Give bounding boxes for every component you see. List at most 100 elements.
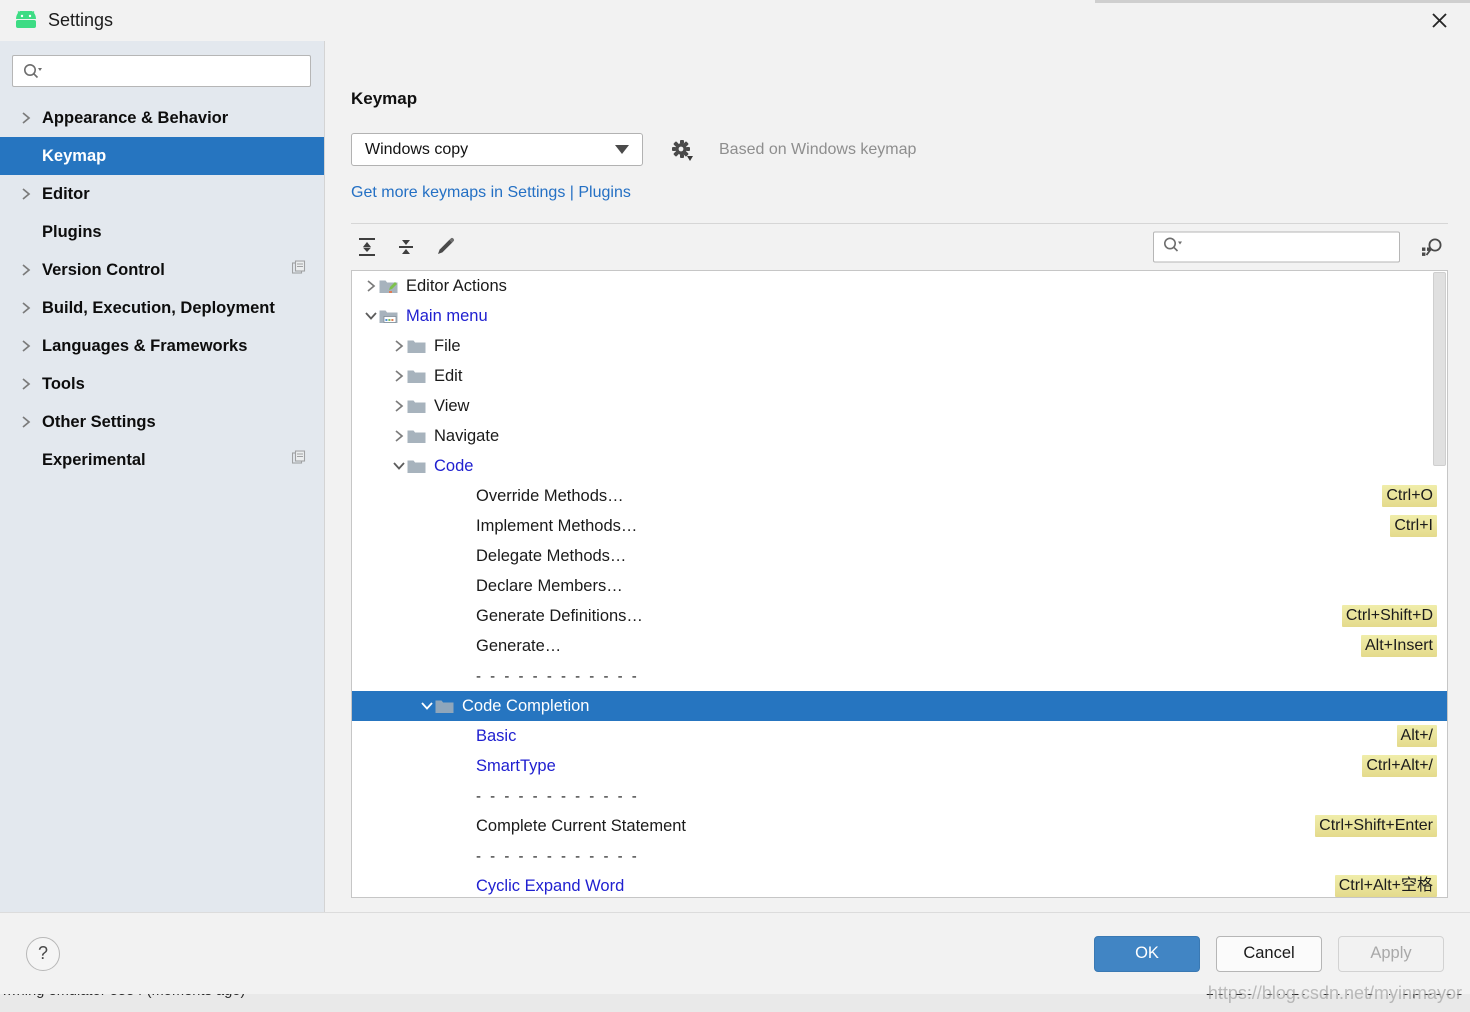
table-row[interactable]: Override Methods… Ctrl+O (352, 481, 1447, 511)
keymap-tree[interactable]: Editor Actions Main menu File Edit View … (351, 270, 1448, 898)
shortcut-badge: Ctrl+I (1390, 515, 1437, 537)
table-row[interactable]: Cyclic Expand Word Ctrl+Alt+空格 (352, 871, 1447, 897)
table-row[interactable]: Implement Methods… Ctrl+I (352, 511, 1447, 541)
table-row[interactable]: Declare Members… (352, 571, 1447, 601)
folder-icon (407, 398, 426, 414)
shortcut-badge: Alt+/ (1396, 725, 1437, 747)
cancel-button[interactable]: Cancel (1216, 935, 1322, 972)
tree-node-label: Generate… (476, 636, 562, 655)
sidebar-item-editor[interactable]: Editor (0, 175, 324, 213)
sidebar-nav-list: Appearance & Behavior Keymap Editor Plug… (0, 99, 324, 479)
keymap-select-value: Windows copy (365, 140, 469, 158)
help-button[interactable]: ? (26, 936, 60, 971)
keymap-search-box[interactable] (1153, 231, 1400, 263)
page-title: Keymap (351, 89, 418, 108)
chevron-down-icon[interactable] (418, 701, 435, 711)
keymap-select[interactable]: Windows copy (351, 133, 643, 166)
settings-window: Settings Appearance & Behavior Keymap Ed… (0, 0, 1470, 994)
table-row[interactable]: Main menu (352, 301, 1447, 331)
sidebar-item-languages-frameworks[interactable]: Languages & Frameworks (0, 327, 324, 365)
sidebar-item-plugins[interactable]: Plugins (0, 213, 324, 251)
sidebar-search-box[interactable] (12, 55, 311, 87)
table-row[interactable]: Complete Current Statement Ctrl+Shift+En… (352, 811, 1447, 841)
collapse-all-icon[interactable] (390, 232, 422, 262)
sidebar-item-appearance-behavior[interactable]: Appearance & Behavior (0, 99, 324, 137)
tree-toolbar-right (1153, 231, 1448, 263)
sidebar-search-input[interactable] (48, 62, 288, 80)
separator-label: - - - - - - - - - - - - (476, 847, 640, 865)
apply-button: Apply (1338, 935, 1444, 972)
table-row[interactable]: Generate… Alt+Insert (352, 631, 1447, 661)
shortcut-badge: Ctrl+Alt+/ (1362, 755, 1437, 777)
chevron-right-icon (18, 377, 34, 391)
chevron-right-icon[interactable] (390, 429, 407, 443)
footer-actions: OK Cancel Apply (1094, 935, 1444, 972)
table-row[interactable]: File (352, 331, 1447, 361)
project-scope-icon (291, 450, 306, 470)
folder-icon (407, 368, 426, 384)
dialog-body: Appearance & Behavior Keymap Editor Plug… (0, 40, 1470, 912)
based-on-label: Based on Windows keymap (719, 140, 917, 158)
close-icon[interactable] (1422, 4, 1456, 36)
edit-pencil-icon[interactable] (429, 232, 461, 262)
table-row-selected[interactable]: Code Completion (352, 691, 1447, 721)
tree-node-label: Main menu (406, 306, 488, 325)
chevron-right-icon (18, 415, 34, 429)
sidebar-item-other-settings[interactable]: Other Settings (0, 403, 324, 441)
chevron-right-icon[interactable] (390, 369, 407, 383)
folder-icon (407, 458, 426, 474)
sidebar-item-build-execution-deployment[interactable]: Build, Execution, Deployment (0, 289, 324, 327)
chevron-right-icon[interactable] (390, 399, 407, 413)
table-row[interactable]: Navigate (352, 421, 1447, 451)
separator-label: - - - - - - - - - - - - (476, 787, 640, 805)
chevron-right-icon (18, 187, 34, 201)
sidebar-item-tools[interactable]: Tools (0, 365, 324, 403)
list-item-separator: - - - - - - - - - - - - (352, 841, 1447, 871)
dialog-footer: ? OK Cancel Apply (0, 912, 1470, 994)
sidebar-item-keymap[interactable]: Keymap (0, 137, 324, 175)
keymap-tree-scroll-region: Editor Actions Main menu File Edit View … (352, 271, 1447, 897)
table-row[interactable]: Delegate Methods… (352, 541, 1447, 571)
keymap-search-input[interactable] (1187, 238, 1377, 256)
expand-all-icon[interactable] (351, 232, 383, 262)
chevron-down-icon[interactable] (390, 461, 407, 471)
settings-sidebar: Appearance & Behavior Keymap Editor Plug… (0, 41, 325, 912)
tree-node-label: View (434, 396, 470, 415)
table-row[interactable]: SmartType Ctrl+Alt+/ (352, 751, 1447, 781)
tree-node-label: Basic (476, 726, 517, 745)
tree-node-label: Code Completion (462, 696, 590, 715)
chevron-right-icon (18, 301, 34, 315)
find-by-shortcut-icon[interactable] (1416, 232, 1448, 262)
tree-node-label: SmartType (476, 756, 556, 775)
tree-node-label: Editor Actions (406, 276, 507, 295)
sidebar-item-label: Version Control (42, 260, 165, 279)
sidebar-item-experimental[interactable]: Experimental (0, 441, 324, 479)
main-menu-icon (379, 308, 398, 324)
table-row[interactable]: Generate Definitions… Ctrl+Shift+D (352, 601, 1447, 631)
chevron-right-icon (18, 111, 34, 125)
shortcut-badge: Ctrl+Alt+空格 (1334, 875, 1437, 897)
shortcut-badge: Ctrl+Shift+D (1341, 605, 1437, 627)
tree-node-label: Override Methods… (476, 486, 624, 505)
tree-node-label: Navigate (434, 426, 500, 445)
folder-icon (435, 698, 454, 714)
table-row[interactable]: Edit (352, 361, 1447, 391)
sidebar-item-label: Editor (42, 184, 90, 203)
table-row[interactable]: Editor Actions (352, 271, 1447, 301)
sidebar-item-version-control[interactable]: Version Control (0, 251, 324, 289)
search-icon (1163, 237, 1182, 258)
table-row[interactable]: Basic Alt+/ (352, 721, 1447, 751)
table-row[interactable]: Code (352, 451, 1447, 481)
sidebar-item-label: Build, Execution, Deployment (42, 298, 275, 317)
project-scope-icon (291, 260, 306, 280)
separator-label: - - - - - - - - - - - - (476, 667, 640, 685)
chevron-down-icon[interactable] (362, 311, 379, 321)
shortcut-badge: Ctrl+O (1382, 485, 1437, 507)
tree-vertical-scrollbar[interactable] (1433, 272, 1446, 466)
get-more-keymaps-link[interactable]: Get more keymaps in Settings | Plugins (351, 184, 1448, 202)
chevron-right-icon[interactable] (362, 279, 379, 293)
gear-icon[interactable] (667, 135, 697, 165)
table-row[interactable]: View (352, 391, 1447, 421)
ok-button[interactable]: OK (1094, 935, 1200, 972)
chevron-right-icon[interactable] (390, 339, 407, 353)
